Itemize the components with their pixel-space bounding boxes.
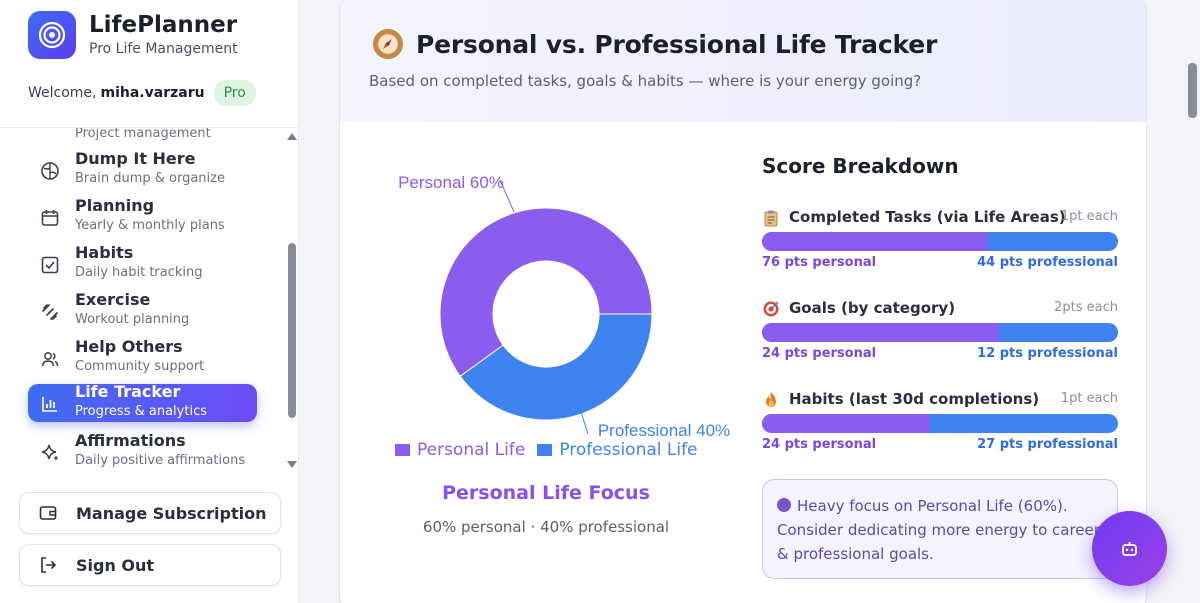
sidebar-item-help-others[interactable]: Help Others Community support	[28, 337, 257, 377]
points-personal: 24 pts personal	[762, 346, 877, 361]
sidebar-item-label: Planning	[75, 196, 155, 215]
progress-bar-personal-fill	[762, 414, 930, 433]
progress-bar-personal-fill	[762, 323, 1000, 342]
calendar-icon	[40, 208, 60, 228]
sidebar-item-label: Exercise	[75, 290, 151, 309]
page-title: Personal vs. Professional Life Tracker	[416, 29, 938, 59]
bar-chart-icon	[40, 394, 60, 414]
donut-chart-area: Personal 60% Professional 40% Personal Li…	[340, 122, 740, 602]
sign-out-button[interactable]: Sign Out	[19, 544, 281, 586]
insight-box: Heavy focus on Personal Life (60%). Cons…	[762, 479, 1118, 579]
fire-icon	[762, 391, 780, 409]
sidebar-item-sub: Yearly & monthly plans	[75, 218, 225, 233]
compass-icon	[373, 29, 403, 59]
metric-completed-tasks: Completed Tasks (via Life Areas) 1pt eac…	[762, 207, 1118, 277]
chart-legend: Personal Life Professional Life	[395, 440, 698, 460]
focus-subtitle: 60% personal · 40% professional	[422, 518, 670, 536]
metric-unit: 1pt each	[1060, 391, 1118, 406]
points-professional: 44 pts professional	[977, 255, 1118, 270]
assistant-fab-button[interactable]	[1092, 511, 1167, 586]
brand[interactable]: LifePlanner Pro Life Management	[28, 11, 238, 59]
points-personal: 76 pts personal	[762, 255, 877, 270]
sidebar-item-exercise[interactable]: Exercise Workout planning	[28, 290, 257, 330]
metric-unit: 2pts each	[1054, 300, 1118, 315]
scroll-down-arrow-icon[interactable]	[287, 461, 297, 468]
metric-label: Completed Tasks (via Life Areas)	[789, 208, 1066, 226]
points-personal: 24 pts personal	[762, 437, 877, 452]
sidebar-item-habits[interactable]: Habits Daily habit tracking	[28, 243, 257, 283]
donut-data-label-professional: Professional 40%	[598, 421, 730, 440]
robot-icon	[1121, 541, 1138, 556]
sidebar-item-affirmations[interactable]: Affirmations Daily positive affirmations	[28, 431, 257, 470]
legend-label-personal: Personal Life	[417, 440, 526, 460]
sidebar: LifePlanner Pro Life Management Welcome,…	[0, 0, 299, 603]
metric-unit: 1pt each	[1060, 209, 1118, 224]
brain-icon	[40, 161, 60, 181]
sidebar-item-dump-it-here[interactable]: Dump It Here Brain dump & organize	[28, 149, 257, 189]
app-name: LifePlanner	[89, 12, 238, 38]
clipboard-icon	[762, 209, 780, 227]
insight-text: Heavy focus on Personal Life (60%). Cons…	[777, 497, 1100, 563]
sidebar-item-planning[interactable]: Planning Yearly & monthly plans	[28, 196, 257, 236]
life-tracker-card: Personal vs. Professional Life Tracker B…	[339, 0, 1147, 603]
page-scrollbar-thumb[interactable]	[1188, 63, 1197, 118]
sidebar-item-projects[interactable]: Project management	[28, 128, 257, 141]
people-icon	[40, 349, 60, 369]
sidebar-item-label: Affirmations	[75, 431, 186, 450]
sidebar-item-sub: Workout planning	[75, 312, 190, 327]
purple-circle-icon	[777, 498, 791, 512]
sparkle-icon	[40, 443, 60, 463]
welcome-prefix: Welcome,	[28, 85, 97, 101]
sidebar-item-sub: Community support	[75, 359, 205, 374]
legend-swatch-personal	[395, 444, 410, 456]
welcome-line: Welcome, miha.varzaru Pro	[28, 80, 256, 106]
sidebar-item-life-tracker[interactable]: Life Tracker Progress & analytics	[28, 382, 257, 422]
sidebar-item-label: Habits	[75, 243, 134, 262]
sidebar-item-sub: Project management	[75, 128, 211, 141]
points-professional: 27 pts professional	[977, 437, 1118, 452]
sidebar-nav: Project management Dump It Here Brain du…	[0, 128, 299, 470]
username: miha.varzaru	[100, 85, 205, 101]
manage-subscription-label: Manage Subscription	[76, 504, 267, 523]
target-icon	[762, 300, 780, 318]
legend-label-professional: Professional Life	[559, 440, 698, 460]
plan-badge: Pro	[213, 80, 256, 106]
checkbox-icon	[40, 255, 60, 275]
card-header: Personal vs. Professional Life Tracker B…	[340, 0, 1146, 122]
focus-title: Personal Life Focus	[442, 482, 650, 504]
sidebar-item-sub: Daily positive affirmations	[75, 453, 246, 468]
sidebar-item-sub: Daily habit tracking	[75, 265, 203, 280]
dumbbell-icon	[40, 302, 60, 322]
progress-bar	[762, 323, 1118, 342]
sign-out-label: Sign Out	[76, 556, 155, 575]
points-professional: 12 pts professional	[977, 346, 1118, 361]
progress-bar-personal-fill	[762, 232, 988, 251]
metric-label: Habits (last 30d completions)	[789, 390, 1040, 408]
sidebar-item-label: Dump It Here	[75, 149, 196, 168]
scroll-up-arrow-icon[interactable]	[287, 133, 297, 140]
legend-swatch-professional	[537, 444, 553, 456]
page-subtitle: Based on completed tasks, goals & habits…	[369, 72, 922, 90]
target-logo-icon	[28, 11, 76, 59]
donut-data-label-personal: Personal 60%	[398, 173, 504, 192]
logout-icon	[39, 556, 57, 574]
sidebar-item-sub: Brain dump & organize	[75, 171, 225, 186]
metric-goals: Goals (by category) 2pts each 24 pts per…	[762, 298, 1118, 368]
manage-subscription-button[interactable]: Manage Subscription	[19, 492, 281, 534]
sidebar-item-sub: Progress & analytics	[75, 404, 207, 419]
metric-habits: Habits (last 30d completions) 1pt each 2…	[762, 389, 1118, 459]
metric-label: Goals (by category)	[789, 299, 956, 317]
app-tagline: Pro Life Management	[89, 41, 238, 57]
progress-bar	[762, 414, 1118, 433]
progress-bar	[762, 232, 1118, 251]
wallet-icon	[39, 504, 57, 522]
sidebar-scroll-thumb[interactable]	[288, 243, 296, 418]
sidebar-item-label: Life Tracker	[75, 382, 181, 401]
sidebar-item-label: Help Others	[75, 337, 183, 356]
donut-chart: Personal 60% Professional 40%	[398, 173, 730, 440]
breakdown-title: Score Breakdown	[762, 154, 959, 178]
